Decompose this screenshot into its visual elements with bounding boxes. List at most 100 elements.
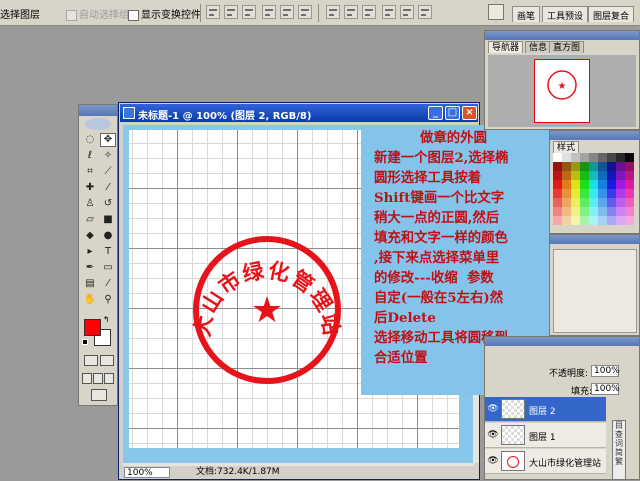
- standard-mode-icon[interactable]: [84, 355, 98, 366]
- layer-row[interactable]: 👁 大山市绿化管理站: [485, 449, 606, 474]
- side-strip-label[interactable]: 目: [613, 421, 625, 430]
- color-swatch[interactable]: [607, 162, 616, 171]
- color-swatch[interactable]: [571, 198, 580, 207]
- color-swatch[interactable]: [580, 198, 589, 207]
- pen-tool-icon[interactable]: ✒: [82, 261, 98, 275]
- align-left-icon[interactable]: [262, 5, 276, 19]
- color-swatch[interactable]: [562, 216, 571, 225]
- feather-logo-icon[interactable]: [85, 118, 111, 130]
- color-swatch[interactable]: [598, 171, 607, 180]
- color-swatch[interactable]: [616, 216, 625, 225]
- swatch-grid[interactable]: [553, 153, 637, 225]
- color-swatch[interactable]: [580, 216, 589, 225]
- color-swatch[interactable]: [571, 189, 580, 198]
- auto-select-group-checkbox[interactable]: [66, 9, 77, 21]
- stamp-tool-icon[interactable]: ♙: [82, 197, 98, 211]
- color-swatch[interactable]: [607, 198, 616, 207]
- color-swatch[interactable]: [553, 207, 562, 216]
- color-swatch[interactable]: [607, 216, 616, 225]
- tab-brushes[interactable]: 画笔: [512, 6, 541, 22]
- color-swatch[interactable]: [553, 180, 562, 189]
- color-swatch[interactable]: [571, 216, 580, 225]
- type-tool-icon[interactable]: T: [100, 245, 116, 259]
- screen-mode-full-icon[interactable]: [104, 373, 114, 384]
- color-swatch[interactable]: [598, 162, 607, 171]
- align-hcenter-icon[interactable]: [280, 5, 294, 19]
- color-swatch[interactable]: [589, 189, 598, 198]
- color-swatch[interactable]: [607, 171, 616, 180]
- lasso-tool-icon[interactable]: ℓ: [82, 149, 98, 163]
- color-swatch[interactable]: [598, 189, 607, 198]
- notes-tool-icon[interactable]: ▤: [82, 277, 98, 291]
- color-swatch[interactable]: [589, 162, 598, 171]
- close-button[interactable]: ×: [462, 106, 477, 120]
- minimize-button[interactable]: _: [428, 106, 443, 120]
- auto-select-group-option[interactable]: 自动选择组: [66, 6, 129, 21]
- color-swatch[interactable]: [580, 180, 589, 189]
- zoom-field[interactable]: 100%: [124, 467, 170, 478]
- color-swatch[interactable]: [589, 171, 598, 180]
- blur-tool-icon[interactable]: ◆: [82, 229, 98, 243]
- color-swatch[interactable]: [553, 189, 562, 198]
- document-titlebar[interactable]: 未标题-1 @ 100% (图层 2, RGB/8) _ □ ×: [120, 104, 478, 122]
- layer-row[interactable]: 👁 图层 1: [485, 423, 606, 448]
- crop-tool-icon[interactable]: ⌗: [82, 165, 98, 179]
- tab-info[interactable]: 信息: [525, 41, 552, 53]
- color-swatch[interactable]: [571, 162, 580, 171]
- slice-tool-icon[interactable]: ⟋: [100, 165, 116, 179]
- color-swatch[interactable]: [625, 180, 634, 189]
- marquee-tool-icon[interactable]: ◌: [82, 133, 98, 147]
- color-swatch[interactable]: [580, 207, 589, 216]
- color-swatch[interactable]: [571, 171, 580, 180]
- color-swatch[interactable]: [589, 153, 598, 162]
- color-swatch[interactable]: [589, 198, 598, 207]
- select-layer-option[interactable]: 选择图层: [0, 6, 40, 21]
- color-swatch[interactable]: [553, 162, 562, 171]
- toolbox-titlebar[interactable]: [79, 105, 117, 116]
- shape-tool-icon[interactable]: ▭: [100, 261, 116, 275]
- color-swatch[interactable]: [625, 207, 634, 216]
- tab-tool-presets[interactable]: 工具预设: [542, 6, 589, 22]
- history-brush-tool-icon[interactable]: ↺: [100, 197, 116, 211]
- path-select-tool-icon[interactable]: ▸: [82, 245, 98, 259]
- color-swatch[interactable]: [625, 153, 634, 162]
- jump-to-imageready-icon[interactable]: [91, 389, 107, 401]
- screen-mode-standard-icon[interactable]: [82, 373, 92, 384]
- color-swatch[interactable]: [616, 171, 625, 180]
- color-swatch[interactable]: [553, 198, 562, 207]
- color-swatch[interactable]: [553, 171, 562, 180]
- color-swatch[interactable]: [598, 207, 607, 216]
- color-swatch[interactable]: [571, 207, 580, 216]
- distribute-vcenter-icon[interactable]: [344, 5, 358, 19]
- side-toolbar-strip[interactable]: 目查词简繁: [612, 420, 626, 480]
- styles-list[interactable]: [553, 249, 637, 333]
- color-swatch[interactable]: [589, 180, 598, 189]
- color-swatch[interactable]: [616, 198, 625, 207]
- brush-tool-icon[interactable]: ⁄: [100, 181, 116, 195]
- palette-titlebar[interactable]: [485, 31, 639, 40]
- magic-wand-tool-icon[interactable]: ✧: [100, 149, 116, 163]
- side-strip-label[interactable]: 词: [613, 439, 625, 448]
- layer-row[interactable]: 👁 图层 2: [485, 397, 606, 422]
- side-strip-label[interactable]: 查: [613, 430, 625, 439]
- maximize-button[interactable]: □: [445, 106, 460, 120]
- palette-titlebar[interactable]: [485, 337, 639, 346]
- color-swatch[interactable]: [580, 171, 589, 180]
- color-swatch[interactable]: [553, 153, 562, 162]
- show-transform-checkbox[interactable]: [128, 9, 139, 21]
- color-swatch[interactable]: [625, 198, 634, 207]
- eye-icon[interactable]: 👁: [487, 429, 499, 441]
- opacity-field[interactable]: 100%: [591, 365, 620, 377]
- color-swatch[interactable]: [607, 189, 616, 198]
- eraser-tool-icon[interactable]: ▱: [82, 213, 98, 227]
- palette-titlebar[interactable]: [550, 235, 639, 244]
- color-swatch[interactable]: [616, 180, 625, 189]
- quickmask-mode-icon[interactable]: [100, 355, 114, 366]
- color-swatch[interactable]: [607, 153, 616, 162]
- fill-field[interactable]: 100%: [591, 383, 620, 395]
- side-strip-label[interactable]: 繁: [613, 457, 625, 466]
- color-swatch[interactable]: [571, 153, 580, 162]
- color-swatch[interactable]: [625, 162, 634, 171]
- color-swatch[interactable]: [598, 198, 607, 207]
- color-swatch[interactable]: [598, 216, 607, 225]
